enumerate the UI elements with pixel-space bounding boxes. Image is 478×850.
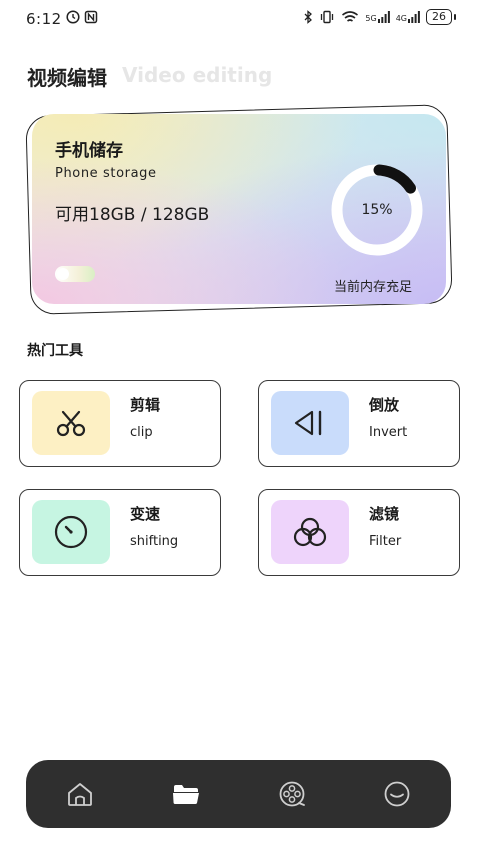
tool-icon-bg: [271, 500, 349, 564]
page-title-english: Video editing: [122, 63, 273, 87]
ring-progress: [373, 164, 416, 194]
storage-subtitle: Phone storage: [55, 166, 157, 181]
rewind-icon: [294, 410, 322, 436]
tool-english: Filter: [369, 534, 402, 549]
tool-name: 变速: [130, 505, 161, 523]
page-title: 视频编辑: [27, 66, 107, 90]
status-right-icons: 5G 4G 26: [303, 9, 456, 25]
signal-4g: 4G: [396, 11, 420, 23]
tool-name: 倒放: [369, 396, 400, 414]
nfc-icon: [84, 10, 98, 24]
nav-profile[interactable]: [379, 776, 415, 812]
tool-english: Invert: [369, 425, 408, 440]
tool-icon-bg: [271, 391, 349, 455]
home-icon: [68, 783, 92, 806]
tool-english: shifting: [130, 534, 179, 549]
status-bar: 6:12 5G 4G 26: [0, 0, 478, 38]
vibrate-icon: [321, 10, 334, 24]
nav-media[interactable]: [274, 776, 310, 812]
status-left-icons: [66, 10, 98, 24]
nav-files[interactable]: [168, 776, 204, 812]
storage-title: 手机储存: [55, 141, 123, 161]
wifi-icon: [342, 11, 359, 22]
profile-face-icon: [384, 781, 410, 807]
storage-status: 当前内存充足: [334, 280, 413, 295]
folder-icon: [173, 785, 199, 804]
nav-home[interactable]: [62, 776, 98, 812]
signal-5g: 5G: [365, 11, 390, 23]
storage-percent: 15%: [361, 202, 393, 218]
tool-card-clip[interactable]: 剪辑 clip: [19, 380, 221, 467]
tool-icon-bg: [32, 391, 110, 455]
bluetooth-icon: [304, 10, 313, 24]
card-toggle[interactable]: [55, 266, 95, 282]
section-title-hot-tools: 热门工具: [27, 343, 83, 359]
tool-name: 剪辑: [130, 396, 161, 414]
bottom-nav: [26, 760, 451, 828]
toggle-knob: [57, 268, 69, 280]
speed-gauge-icon: [54, 515, 88, 549]
tool-card-invert[interactable]: 倒放 Invert: [258, 380, 460, 467]
scissors-icon: [56, 410, 86, 437]
tool-english: clip: [130, 425, 153, 440]
filter-icon: [293, 517, 327, 547]
battery-indicator: 26: [426, 9, 456, 25]
signal-5g-label: 5G: [365, 14, 377, 23]
signal-bars-icon: [377, 11, 390, 23]
film-reel-icon: [279, 781, 305, 807]
status-time: 6:12: [26, 10, 62, 28]
notification-clock-icon: [66, 10, 80, 24]
tool-card-filter[interactable]: 滤镜 Filter: [258, 489, 460, 576]
signal-bars-icon: [408, 11, 420, 23]
tool-name: 滤镜: [369, 505, 400, 523]
signal-4g-label: 4G: [395, 14, 407, 23]
storage-available: 可用18GB / 128GB: [55, 205, 210, 225]
tool-icon-bg: [32, 500, 110, 564]
tool-card-shifting[interactable]: 变速 shifting: [19, 489, 221, 576]
